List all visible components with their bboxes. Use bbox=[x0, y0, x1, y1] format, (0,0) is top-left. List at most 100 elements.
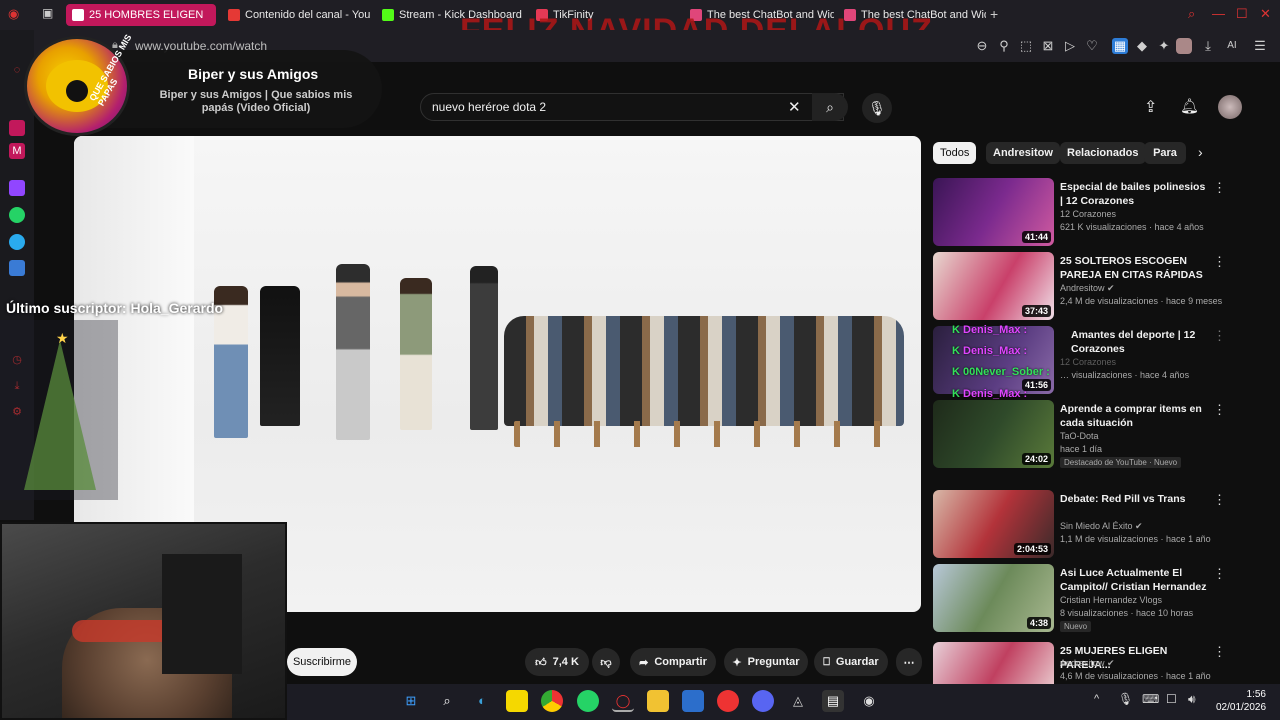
discord-icon[interactable] bbox=[752, 690, 774, 712]
puzzle-icon[interactable]: ✦ bbox=[1156, 38, 1172, 54]
profile-icon[interactable] bbox=[1176, 38, 1192, 54]
media-icon[interactable] bbox=[717, 690, 739, 712]
ai-icon[interactable]: AI bbox=[1224, 38, 1240, 54]
search-tabs-icon[interactable]: ⌕ bbox=[1188, 6, 1195, 22]
video-title[interactable]: Especial de bailes polinesios | 12 Coraz… bbox=[1060, 180, 1210, 208]
video-thumbnail[interactable]: 41:44 bbox=[933, 178, 1054, 246]
video-thumbnail[interactable]: 37:43 bbox=[933, 252, 1054, 320]
workspace-icon[interactable]: ▣ bbox=[42, 6, 58, 22]
video-thumbnail[interactable]: 4:38 bbox=[933, 564, 1054, 632]
video-title[interactable]: Aprende a comprar items en cada situació… bbox=[1060, 402, 1210, 430]
search-button[interactable]: ⌕ bbox=[812, 93, 848, 121]
account-avatar[interactable] bbox=[1218, 95, 1242, 119]
recommended-video[interactable]: 37:43 25 SOLTEROS ESCOGEN PAREJA EN CITA… bbox=[933, 252, 1273, 326]
heart-icon[interactable]: ♡ bbox=[1084, 38, 1100, 54]
save-button[interactable]: ⎕ Guardar bbox=[814, 648, 888, 676]
taskbar-search-icon[interactable]: ⌕ bbox=[436, 690, 458, 712]
recorder-icon[interactable]: ◉ bbox=[858, 690, 880, 712]
file-explorer-icon[interactable] bbox=[647, 690, 669, 712]
upload-icon[interactable]: ⇪ bbox=[1144, 97, 1157, 117]
close-icon[interactable]: ✕ bbox=[1260, 6, 1271, 22]
chevron-right-icon[interactable]: › bbox=[1198, 144, 1203, 160]
opera-icon[interactable]: ◯ bbox=[612, 690, 634, 712]
more-actions-button[interactable]: ⋯ bbox=[896, 648, 922, 676]
mic-tray-icon[interactable]: 🎙︎ bbox=[1118, 692, 1133, 706]
video-thumbnail[interactable]: 41:56 bbox=[933, 326, 1054, 394]
mail-icon[interactable]: M bbox=[9, 143, 25, 159]
mic-button[interactable]: 🎙︎ bbox=[862, 93, 892, 123]
video-channel[interactable]: 12 Corazones bbox=[1060, 357, 1116, 367]
video-channel[interactable]: TaO-Dota bbox=[1060, 431, 1099, 441]
video-channel[interactable]: Andresitow ✔ bbox=[1060, 283, 1115, 294]
more-options-icon[interactable]: ⋮ bbox=[1213, 644, 1226, 660]
ask-button[interactable]: ✦ Preguntar bbox=[724, 648, 808, 676]
terminal-icon[interactable]: ▤ bbox=[822, 690, 844, 712]
adblock-icon[interactable]: ⊠ bbox=[1040, 38, 1056, 54]
video-channel[interactable]: Cristian Hernandez Vlogs bbox=[1060, 595, 1162, 605]
twitch-icon[interactable] bbox=[9, 180, 25, 196]
dislike-button[interactable]: 👎︎ bbox=[592, 648, 620, 676]
share-button[interactable]: ➦ Compartir bbox=[630, 648, 716, 676]
clear-search-icon[interactable]: ✕ bbox=[788, 98, 801, 116]
more-options-icon[interactable]: ⋮ bbox=[1213, 328, 1226, 344]
notifications-bell-icon[interactable]: 🔔︎ bbox=[1180, 97, 1199, 115]
vpn-taskbar-icon[interactable]: ◬ bbox=[787, 690, 809, 712]
tab-25-hombres[interactable]: 25 HOMBRES ELIGEN bbox=[66, 4, 216, 26]
whatsapp-icon[interactable] bbox=[9, 207, 25, 223]
recommended-video[interactable]: 24:02 Aprende a comprar items en cada si… bbox=[933, 400, 1273, 474]
video-title[interactable]: Amantes del deporte | 12 Corazones bbox=[1071, 328, 1221, 356]
edge-icon[interactable]: ◐ bbox=[471, 690, 493, 712]
minimize-icon[interactable]: — bbox=[1212, 6, 1225, 21]
video-channel[interactable]: Sin Miedo Al Éxito ✔ bbox=[1060, 521, 1143, 532]
menu-icon[interactable]: ☰ bbox=[1252, 38, 1268, 54]
video-title[interactable]: Debate: Red Pill vs Trans bbox=[1060, 492, 1210, 506]
chip-para-ti[interactable]: Para ti bbox=[1144, 142, 1186, 164]
whatsapp-taskbar-icon[interactable] bbox=[577, 690, 599, 712]
sidebar-app-icon[interactable] bbox=[9, 120, 25, 136]
like-button[interactable]: 👍︎ 7,4 K bbox=[525, 648, 589, 676]
keyboard-icon[interactable]: ⌨ bbox=[1142, 692, 1159, 706]
more-options-icon[interactable]: ⋮ bbox=[1213, 402, 1226, 418]
recommended-video[interactable]: 41:44 Especial de bailes polinesios | 12… bbox=[933, 178, 1273, 252]
more-options-icon[interactable]: ⋮ bbox=[1213, 492, 1226, 508]
extension-icon[interactable]: ▦ bbox=[1112, 38, 1128, 54]
chrome-icon[interactable] bbox=[541, 690, 563, 712]
wallet-icon[interactable] bbox=[9, 260, 25, 276]
download-icon[interactable]: ⤓ bbox=[1200, 38, 1216, 54]
vpn-icon[interactable]: ◆ bbox=[1134, 38, 1150, 54]
video-channel[interactable]: Andresitow ✔ bbox=[1060, 658, 1115, 669]
tray-chevron-icon[interactable]: ^ bbox=[1094, 693, 1099, 705]
recommended-video[interactable]: 25 MUJERES ELIGEN PAREJA... Andresitow ✔… bbox=[933, 642, 1273, 684]
screenshot-icon[interactable]: ⬚ bbox=[1018, 38, 1034, 54]
network-icon[interactable]: ☐ bbox=[1166, 692, 1177, 706]
video-thumbnail[interactable] bbox=[933, 642, 1054, 684]
new-tab-button[interactable]: + bbox=[990, 6, 998, 22]
video-channel[interactable]: 12 Corazones bbox=[1060, 209, 1116, 219]
flow-icon[interactable]: ◌ bbox=[9, 62, 25, 78]
chip-todos[interactable]: Todos bbox=[933, 142, 977, 164]
browser-logo-icon[interactable]: ◉ bbox=[8, 6, 24, 22]
recommended-video[interactable]: 2:04:53 Debate: Red Pill vs Trans Sin Mi… bbox=[933, 490, 1273, 564]
pin-icon[interactable]: ⚲ bbox=[996, 38, 1012, 54]
video-thumbnail[interactable]: 2:04:53 bbox=[933, 490, 1054, 558]
play-icon[interactable]: ▷ bbox=[1062, 38, 1078, 54]
video-title[interactable]: Asi Luce Actualmente El Campito// Cristi… bbox=[1060, 566, 1210, 594]
more-options-icon[interactable]: ⋮ bbox=[1213, 180, 1226, 196]
store-icon[interactable] bbox=[682, 690, 704, 712]
tab-contenido[interactable]: Contenido del canal - You bbox=[222, 4, 370, 26]
windows-start-icon[interactable]: ⊞ bbox=[400, 690, 422, 712]
more-options-icon[interactable]: ⋮ bbox=[1213, 566, 1226, 582]
sticky-notes-icon[interactable] bbox=[506, 690, 528, 712]
chip-relacionados[interactable]: Relacionados bbox=[1060, 142, 1146, 164]
volume-icon[interactable]: 🔊︎ bbox=[1188, 692, 1196, 707]
recommended-video[interactable]: 4:38 Asi Luce Actualmente El Campito// C… bbox=[933, 564, 1273, 638]
zoom-icon[interactable]: ⊖ bbox=[974, 38, 990, 54]
more-options-icon[interactable]: ⋮ bbox=[1213, 254, 1226, 270]
subscribe-button[interactable]: Suscribirme bbox=[287, 648, 357, 676]
system-clock[interactable]: 1:56 02/01/2026 bbox=[1216, 688, 1266, 714]
maximize-icon[interactable]: ☐ bbox=[1236, 6, 1248, 22]
chip-andresitow[interactable]: Andresitow bbox=[986, 142, 1060, 164]
telegram-icon[interactable] bbox=[9, 234, 25, 250]
video-thumbnail[interactable]: 24:02 bbox=[933, 400, 1054, 468]
video-title[interactable]: 25 SOLTEROS ESCOGEN PAREJA EN CITAS RÁPI… bbox=[1060, 254, 1210, 282]
